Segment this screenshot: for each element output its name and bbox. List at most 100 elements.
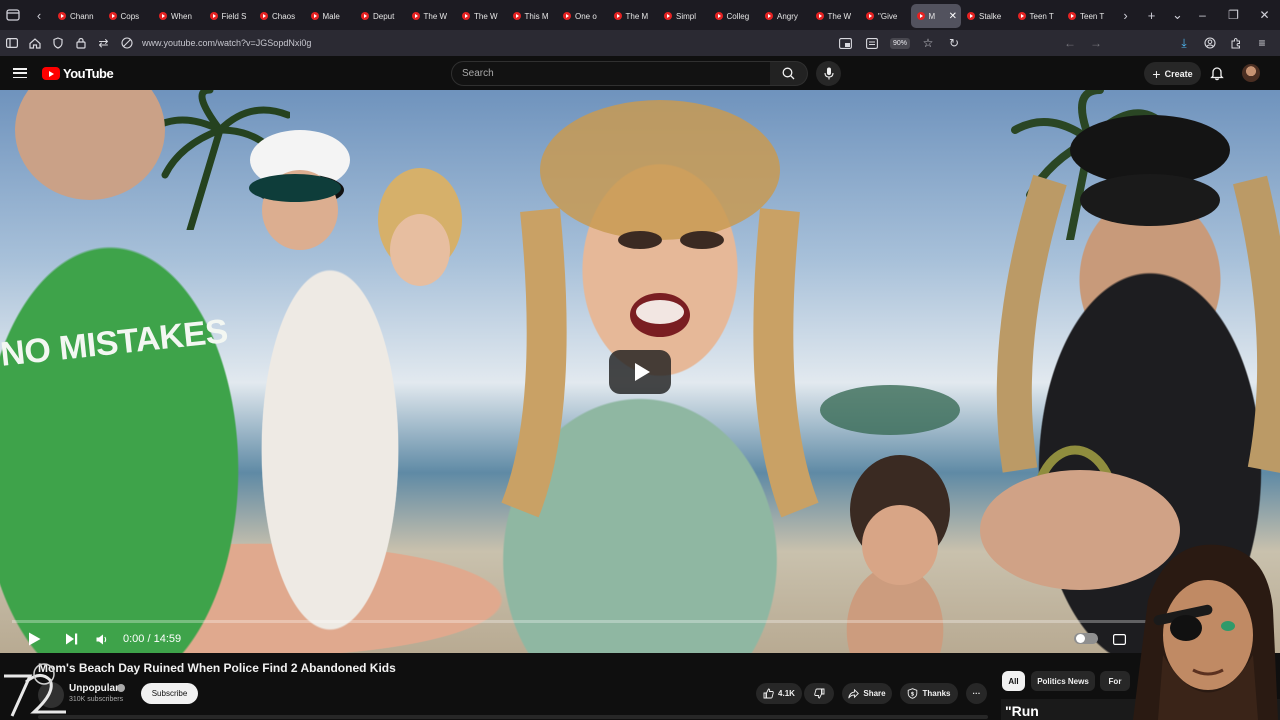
youtube-favicon-icon (411, 12, 420, 20)
subtitles-button[interactable] (1110, 627, 1128, 651)
extensions-icon[interactable] (1224, 30, 1248, 56)
search-input[interactable]: Search (451, 61, 771, 86)
share-button[interactable]: Share (842, 683, 892, 704)
account-avatar[interactable] (1242, 64, 1260, 82)
tab-title: "Give (878, 11, 898, 21)
play-icon (28, 632, 40, 646)
close-window-icon[interactable]: ✕ (1249, 0, 1280, 30)
browser-tab[interactable]: Teen T (1062, 4, 1113, 28)
create-button[interactable]: + Create (1144, 62, 1201, 85)
browser-tab[interactable]: Field S (204, 4, 255, 28)
filter-chip[interactable]: Politics News (1031, 671, 1095, 691)
subscriber-count: 310K subscribers (69, 696, 124, 703)
dislike-button[interactable] (804, 683, 834, 704)
guide-menu-icon[interactable] (12, 65, 28, 81)
tab-title: Stalke (979, 11, 1002, 21)
home-icon[interactable] (23, 30, 46, 56)
youtube-favicon-icon (462, 12, 470, 20)
browser-tab[interactable]: When (153, 4, 204, 28)
tab-title: Simpl (676, 11, 697, 21)
youtube-favicon-icon (714, 12, 723, 20)
filter-chip[interactable]: All (1002, 671, 1025, 691)
browser-tab[interactable]: Chann (52, 4, 103, 28)
channel-name[interactable]: Unpopular (69, 683, 119, 694)
more-actions-button[interactable]: ··· (966, 683, 987, 704)
browser-tab[interactable]: One o (557, 4, 608, 28)
restore-icon[interactable]: ❐ (1218, 0, 1249, 30)
bookmark-star-icon[interactable]: ☆ (916, 30, 940, 56)
youtube-header: YouTube Search + Create (0, 56, 1280, 90)
browser-tab[interactable]: Deput (355, 4, 406, 28)
youtube-favicon-icon (58, 12, 66, 20)
browser-tab[interactable]: The W (406, 4, 457, 28)
browser-tab[interactable]: M ✕ (910, 4, 961, 28)
browser-tab[interactable]: Teen T (1012, 4, 1063, 28)
play-button[interactable] (24, 627, 44, 651)
browser-tab[interactable]: "Give (860, 4, 911, 28)
thanks-button[interactable]: $ Thanks (900, 683, 958, 704)
filter-chip[interactable]: For (1100, 671, 1130, 691)
tab-title: Cops (120, 11, 140, 21)
browser-tab[interactable]: Simpl (658, 4, 709, 28)
tab-title: Male (322, 11, 340, 21)
browser-tab[interactable]: The M (608, 4, 659, 28)
super-thanks-icon: $ (908, 688, 918, 699)
related-thumbnail-text: "Run (1005, 703, 1039, 719)
browser-tab[interactable]: Cops (103, 4, 154, 28)
youtube-wordmark: YouTube (63, 66, 114, 81)
autoplay-blocked-icon[interactable] (115, 30, 138, 56)
time-display: 0:00 / 14:59 (123, 633, 182, 645)
window-controls: – ❐ ✕ (1187, 0, 1280, 30)
youtube-favicon-icon (159, 12, 167, 20)
browser-tab[interactable]: Male (305, 4, 356, 28)
reload-icon[interactable]: ↻ (942, 30, 966, 56)
autoplay-toggle[interactable] (1074, 633, 1098, 644)
forward-icon[interactable]: → (1084, 30, 1108, 56)
browser-tab[interactable]: Colleg (709, 4, 760, 28)
back-icon[interactable]: ← (1058, 30, 1082, 56)
sidebar-icon[interactable] (0, 30, 23, 56)
large-play-button[interactable] (609, 350, 671, 394)
downloads-icon[interactable]: ⤓ (1172, 30, 1196, 56)
tab-title: Teen T (1029, 11, 1054, 21)
tab-title: Teen T (1080, 11, 1105, 21)
url-field[interactable]: www.youtube.com/watch?v=JGSopdNxi0g (142, 38, 311, 48)
youtube-favicon-icon (815, 12, 824, 20)
browser-tab[interactable]: The W (456, 4, 507, 28)
menu-icon[interactable]: ≡ (1250, 30, 1274, 56)
next-button[interactable] (62, 627, 80, 651)
youtube-logo[interactable]: YouTube (42, 66, 114, 81)
notifications-bell-icon[interactable] (1209, 65, 1225, 81)
permissions-icon[interactable]: ⇄ (92, 30, 115, 56)
browser-tab[interactable]: Angry (759, 4, 810, 28)
more-horizontal-icon: ··· (972, 689, 981, 698)
youtube-favicon-icon (260, 12, 268, 20)
video-player[interactable]: NO MISTAKES 0:00 / 14:59 (0, 90, 1280, 653)
zoom-level-badge[interactable]: 90% (889, 37, 910, 49)
youtube-favicon-icon (209, 12, 218, 20)
mute-button[interactable] (94, 627, 110, 651)
shield-icon[interactable] (46, 30, 69, 56)
youtube-play-logo-icon (42, 67, 60, 80)
minimize-icon[interactable]: – (1187, 0, 1218, 30)
like-button[interactable]: 4.1K (756, 683, 802, 704)
tab-title: Field S (221, 11, 247, 21)
picture-in-picture-icon[interactable] (834, 30, 858, 56)
browser-tab[interactable]: The W (810, 4, 861, 28)
subscribe-button[interactable]: Subscribe (141, 683, 198, 704)
browser-tab[interactable]: This M (507, 4, 558, 28)
browser-tab-strip: ‹ Chann Cops When Field S Chaos Male Deput The … (0, 0, 1280, 30)
account-icon[interactable] (1198, 30, 1222, 56)
scroll-tabs-right-icon[interactable]: › (1113, 0, 1139, 30)
tab-list-icon[interactable] (0, 0, 26, 30)
lock-icon[interactable] (69, 30, 92, 56)
new-tab-icon[interactable]: + (1139, 0, 1165, 30)
description-scrollbar[interactable] (38, 715, 988, 719)
browser-tab[interactable]: Stalke (961, 4, 1012, 28)
search-button[interactable] (770, 61, 808, 86)
close-tab-icon[interactable]: ✕ (949, 11, 957, 22)
reader-view-icon[interactable] (860, 30, 884, 56)
voice-search-button[interactable] (816, 61, 841, 86)
scroll-tabs-left-icon[interactable]: ‹ (26, 0, 52, 30)
browser-tab[interactable]: Chaos (254, 4, 305, 28)
